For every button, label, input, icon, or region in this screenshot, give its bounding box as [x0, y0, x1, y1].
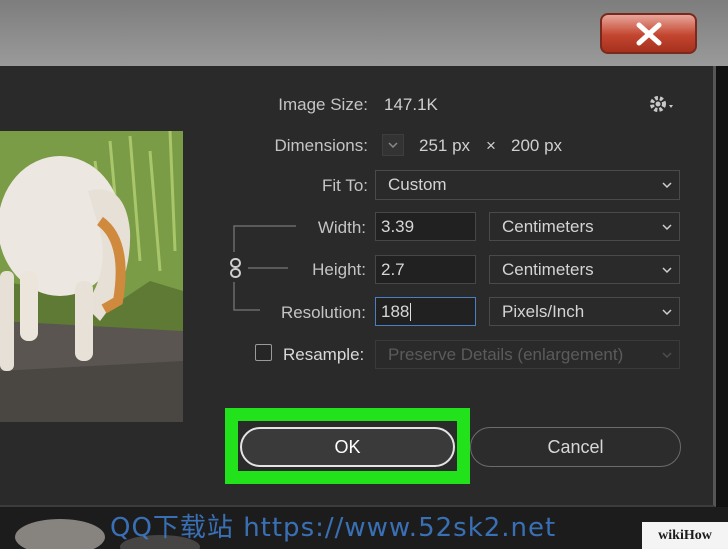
resolution-label: Resolution:	[280, 303, 366, 322]
resample-method-select[interactable]: Preserve Details (enlargement)	[375, 340, 680, 369]
dimensions-times: ×	[486, 136, 496, 155]
height-input[interactable]: 2.7	[375, 255, 476, 284]
height-label: Height:	[312, 260, 366, 279]
dimensions-height: 200 px	[511, 136, 563, 155]
text-cursor	[410, 302, 412, 321]
gear-icon	[650, 96, 673, 112]
dimensions-label: Dimensions:	[274, 136, 368, 155]
resolution-input[interactable]: 188	[375, 297, 476, 326]
image-size-value: 147.1K	[384, 95, 438, 114]
fit-to-value: Custom	[388, 175, 447, 194]
resample-method-value: Preserve Details (enlargement)	[388, 344, 624, 364]
chevron-down-icon	[662, 182, 672, 189]
chevron-down-icon	[662, 351, 672, 358]
wikihow-badge: wikiHow	[642, 522, 728, 549]
width-unit-select[interactable]: Centimeters	[489, 212, 680, 241]
dimensions-width: 251 px	[419, 136, 471, 155]
resolution-value: 188	[381, 301, 410, 321]
resample-label: Resample:	[283, 345, 365, 364]
height-unit-select[interactable]: Centimeters	[489, 255, 680, 284]
width-unit-value: Centimeters	[502, 216, 594, 236]
watermark-text: QQ下载站 https://www.52sk2.net	[110, 513, 557, 543]
width-input[interactable]: 3.39	[375, 212, 476, 241]
image-size-label: Image Size:	[278, 95, 368, 114]
width-label: Width:	[317, 218, 366, 237]
fit-to-select[interactable]: Custom	[375, 170, 680, 200]
chevron-down-icon	[662, 308, 672, 315]
close-button[interactable]	[600, 13, 697, 54]
cancel-button[interactable]: Cancel	[470, 427, 681, 467]
settings-button[interactable]	[648, 94, 676, 114]
image-preview	[0, 131, 183, 422]
resample-checkbox[interactable]	[255, 344, 272, 361]
resolution-unit-select[interactable]: Pixels/Inch	[489, 297, 680, 326]
chevron-down-icon	[388, 142, 398, 149]
resolution-unit-value: Pixels/Inch	[502, 301, 585, 321]
height-unit-value: Centimeters	[502, 259, 594, 279]
close-icon	[636, 22, 661, 45]
dimensions-unit-dropdown[interactable]	[382, 134, 404, 156]
chevron-down-icon	[662, 223, 672, 230]
fit-to-label: Fit To:	[322, 176, 368, 195]
chevron-down-icon	[662, 266, 672, 273]
ok-button-highlight	[225, 408, 470, 484]
